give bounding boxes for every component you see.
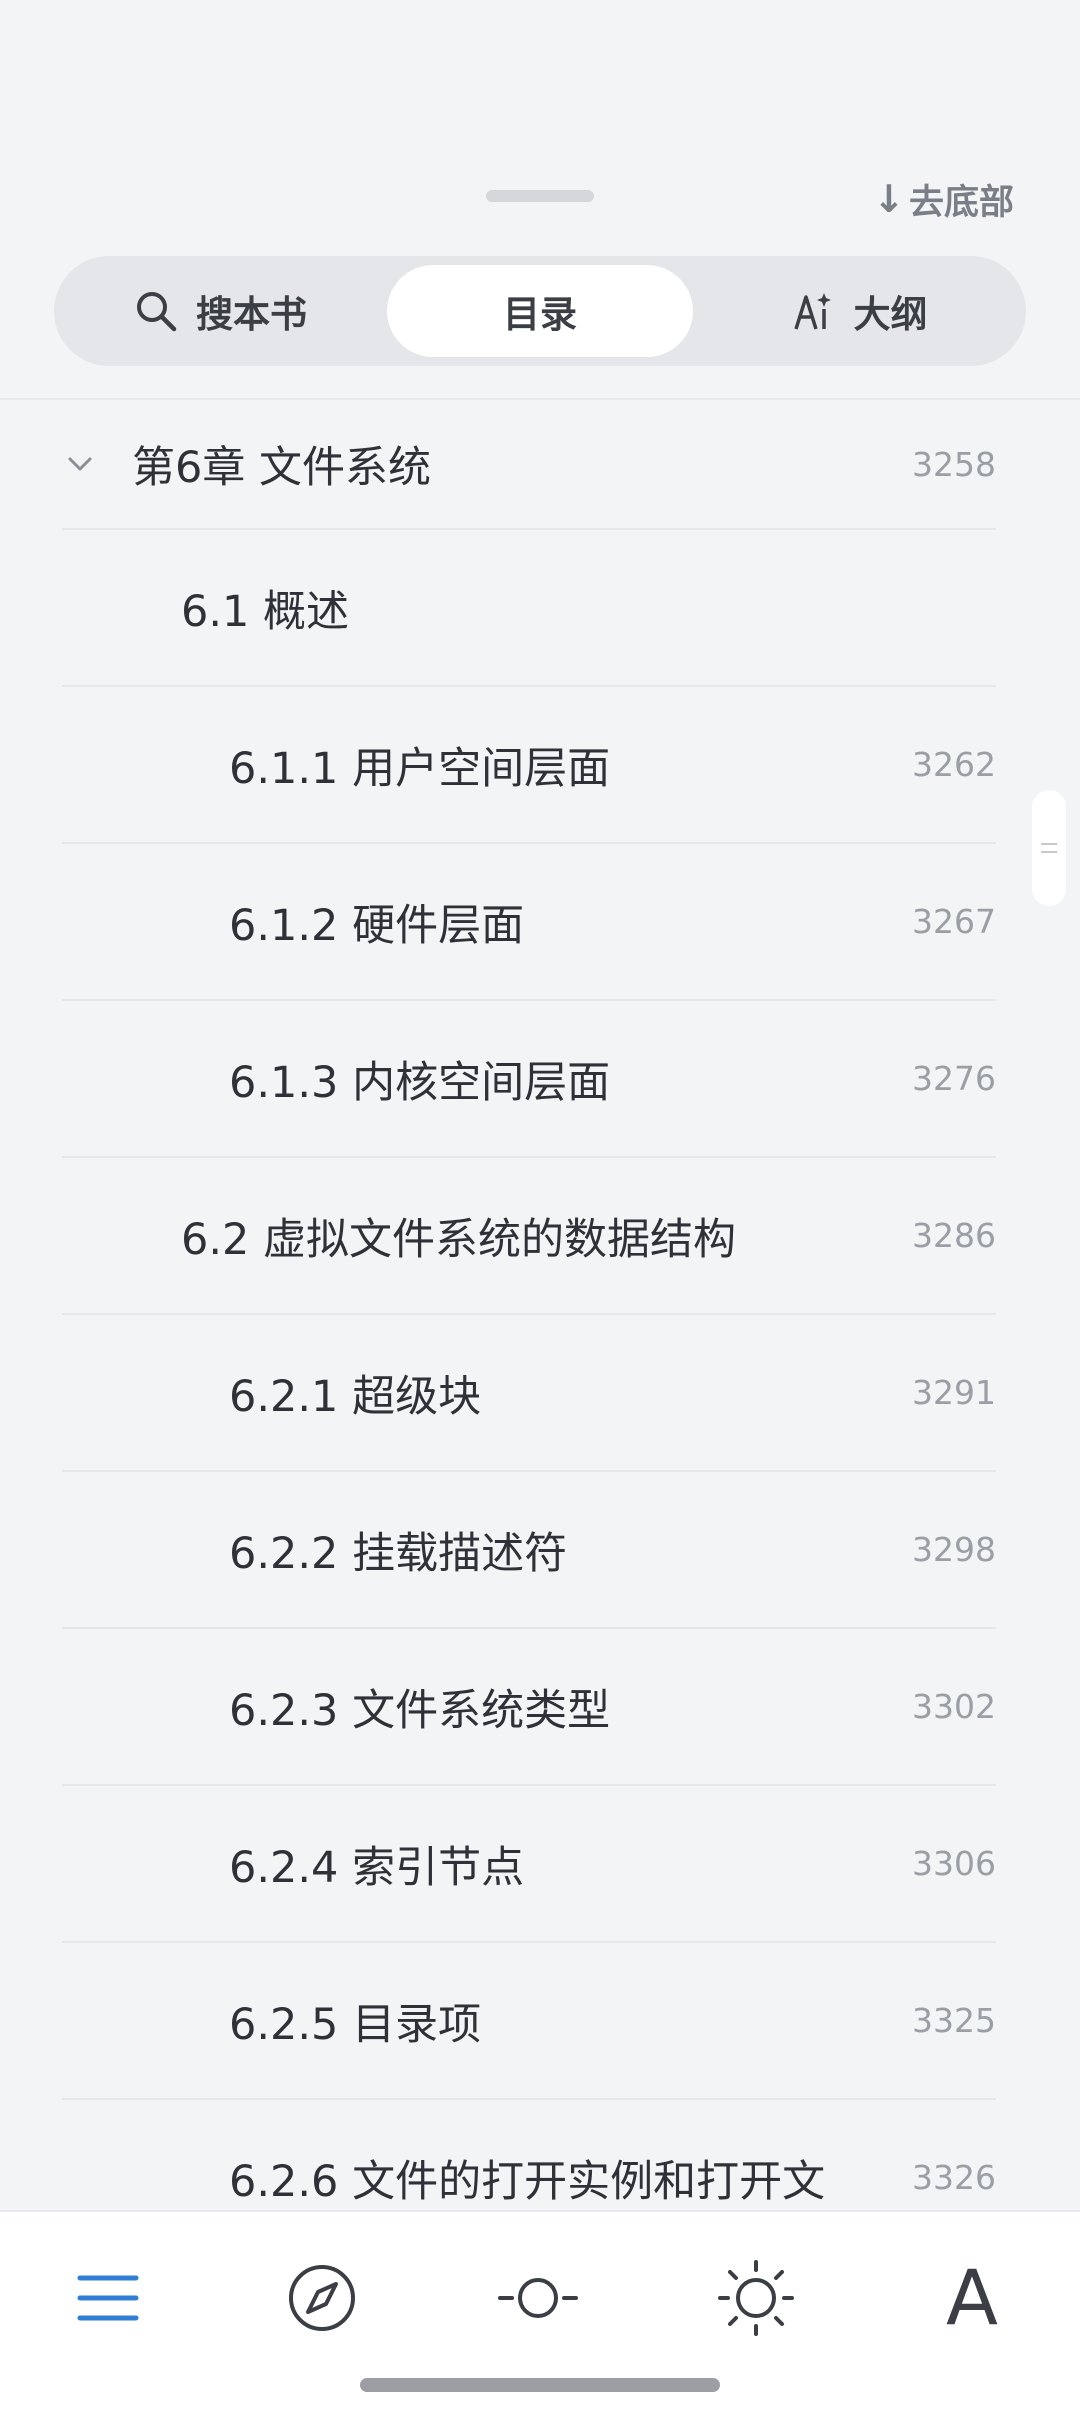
compass-icon [289, 2265, 355, 2331]
tab-ai-outline[interactable]: 大纲 [703, 265, 1016, 357]
discover-button[interactable] [272, 2248, 372, 2348]
home-indicator[interactable] [360, 2378, 720, 2392]
toc-item-title: 6.1.3 内核空间层面 [229, 1057, 611, 1108]
fast-scroll-handle[interactable] [1032, 790, 1066, 906]
toc-item[interactable]: 6.2.5 目录项 3325 [62, 1943, 996, 2100]
toc-item-title: 6.2 虚拟文件系统的数据结构 [181, 1214, 737, 1265]
toc-item[interactable]: 6.2.1 超级块 3291 [62, 1315, 996, 1472]
toc-menu-button[interactable] [58, 2248, 158, 2348]
toc-item[interactable]: 6.2.4 索引节点 3306 [62, 1786, 996, 1943]
toc-item-title: 第6章 文件系统 [132, 443, 432, 493]
toc-item-page: 3298 [912, 1530, 996, 1569]
sheet-drag-handle[interactable] [486, 190, 594, 202]
toc-item-title: 6.1.2 硬件层面 [229, 900, 525, 951]
menu-icon [77, 2275, 139, 2321]
toc-item-title: 6.2.4 索引节点 [229, 1842, 525, 1893]
toc-item[interactable]: 6.1 概述 [62, 530, 996, 687]
toc-segmented-control: 搜本书 目录 大纲 [54, 256, 1026, 366]
toc-item-page: 3286 [912, 1216, 996, 1255]
toc-item[interactable]: 6.2.2 挂载描述符 3298 [62, 1472, 996, 1629]
search-icon [134, 289, 178, 333]
toc-item-title: 6.2.3 文件系统类型 [229, 1685, 611, 1736]
toc-item-page: 3262 [912, 745, 996, 784]
toc-item-page: 3291 [912, 1373, 996, 1412]
ai-outline-icon [792, 289, 836, 333]
progress-icon [498, 2278, 578, 2318]
toc-item[interactable]: 第6章 文件系统 3258 [62, 400, 996, 530]
toc-item[interactable]: 6.1.2 硬件层面 3267 [62, 844, 996, 1001]
reader-toc-sheet: ↓ 去底部 搜本书 目录 大纲 第6章 文件系统 3258 6.1 概述 6.1… [0, 0, 1080, 2412]
toc-item-page: 3267 [912, 902, 996, 941]
toc-item[interactable]: 6.1.1 用户空间层面 3262 [62, 687, 996, 844]
reading-progress-button[interactable] [488, 2248, 588, 2348]
tab-search-book[interactable]: 搜本书 [64, 265, 377, 357]
toc-item-title: 6.2.1 超级块 [229, 1371, 482, 1422]
go-bottom-label: 去底部 [908, 182, 1014, 223]
toc-item[interactable]: 6.2 虚拟文件系统的数据结构 3286 [62, 1158, 996, 1315]
tab-toc-label: 目录 [503, 293, 577, 336]
brightness-button[interactable] [706, 2248, 806, 2348]
chevron-down-icon[interactable] [62, 446, 98, 482]
toc-item-page: 3258 [912, 444, 996, 484]
font-icon: A [946, 2253, 998, 2342]
toc-item-page: 3325 [912, 2001, 996, 2040]
grip-icon [1041, 843, 1057, 853]
toc-item-page: 3302 [912, 1687, 996, 1726]
toc-list[interactable]: 第6章 文件系统 3258 6.1 概述 6.1.1 用户空间层面 3262 6… [0, 400, 1080, 2210]
font-settings-button[interactable]: A [922, 2248, 1022, 2348]
tab-outline-label: 大纲 [853, 293, 928, 336]
toc-item-page: 3276 [912, 1059, 996, 1098]
toc-item-title: 6.2.2 挂载描述符 [229, 1528, 568, 1579]
toc-item-page: 3306 [912, 1844, 996, 1883]
go-bottom-button[interactable]: ↓ 去底部 [873, 176, 1014, 223]
toc-item-title: 6.2.6 文件的打开实例和打开文 [229, 2156, 826, 2207]
toc-item-title: 6.2.5 目录项 [229, 1999, 482, 2050]
toc-item[interactable]: 6.2.6 文件的打开实例和打开文 3326 [62, 2100, 996, 2210]
brightness-icon [718, 2260, 794, 2336]
toc-item-page: 3326 [912, 2158, 996, 2197]
toc-item[interactable]: 6.2.3 文件系统类型 3302 [62, 1629, 996, 1786]
toc-item[interactable]: 6.1.3 内核空间层面 3276 [62, 1001, 996, 1158]
tab-search-label: 搜本书 [196, 293, 307, 336]
toc-item-title: 6.1.1 用户空间层面 [229, 743, 611, 794]
toc-item-title: 6.1 概述 [181, 586, 350, 637]
tab-toc[interactable]: 目录 [387, 265, 693, 357]
arrow-down-icon: ↓ [873, 177, 905, 221]
